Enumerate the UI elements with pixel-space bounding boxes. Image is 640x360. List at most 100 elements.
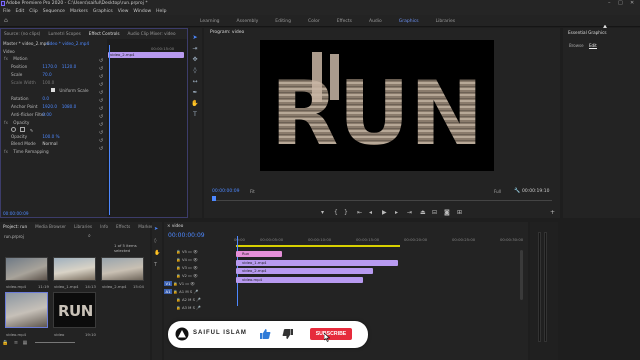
reset-icon[interactable]: ↺ <box>99 105 105 113</box>
program-current-time[interactable]: 00:00:00:09 <box>212 189 239 194</box>
anti-flicker-row[interactable]: Anti-flicker Filter 0.00 <box>11 112 52 119</box>
menu-graphics[interactable]: Graphics <box>93 9 113 14</box>
reset-icon[interactable]: ↺ <box>99 121 105 129</box>
tab-libraries[interactable]: Libraries <box>74 224 92 229</box>
icon-view-icon[interactable]: ▦ <box>23 340 28 346</box>
type-small-icon[interactable]: T <box>154 262 157 268</box>
list-view-icon[interactable]: ≡ <box>14 340 18 346</box>
zoom-slider[interactable] <box>34 342 75 343</box>
step-forward-icon[interactable]: ▸ <box>395 210 398 216</box>
home-icon[interactable]: ⌂ <box>4 17 8 24</box>
anchor-point-row[interactable]: Anchor Point 1920.0 1080.0 <box>11 104 76 111</box>
tab-edit[interactable]: Edit <box>589 43 597 49</box>
opacity-value[interactable]: 100.0 % <box>42 134 59 139</box>
go-to-in-icon[interactable]: ⇤ <box>357 210 362 216</box>
step-back-icon[interactable]: ◂ <box>369 210 372 216</box>
lift-icon[interactable]: ⏏ <box>420 210 426 216</box>
timeline-clip-video-1[interactable]: video_1.mp4 <box>236 260 398 266</box>
razor-tool-icon[interactable]: ◊ <box>191 67 199 75</box>
timeline-timecode[interactable]: 00:00:00:09 <box>168 232 205 239</box>
workspace-assembly[interactable]: Assembly <box>237 19 259 24</box>
track-header-a2[interactable]: 🔒 A2 M S 🎤 <box>176 297 201 302</box>
menu-file[interactable]: File <box>3 9 11 14</box>
scale-width-row[interactable]: Scale Width 100.0 <box>11 80 54 87</box>
type-tool-icon[interactable]: T <box>191 111 199 119</box>
hand-small-icon[interactable]: ✋ <box>154 250 160 256</box>
program-scrub-bar[interactable] <box>212 196 552 201</box>
tab-source[interactable]: Source: (no clips) <box>4 31 40 36</box>
program-video-frame[interactable]: RUN <box>260 40 494 171</box>
work-area-bar[interactable] <box>236 245 400 247</box>
button-editor-icon[interactable]: ⊞ <box>457 210 462 216</box>
ripple-edit-tool-icon[interactable]: ✥ <box>191 56 199 64</box>
timeline-clip-video[interactable]: video.mp4 <box>236 277 363 283</box>
hand-tool-icon[interactable]: ✋ <box>191 100 199 108</box>
blend-mode-row[interactable]: Blend Mode Normal <box>11 141 58 148</box>
clip-thumbnail[interactable] <box>53 257 96 281</box>
marker-icon[interactable]: ▾ <box>321 210 324 216</box>
anchor-y-value[interactable]: 1080.0 <box>62 104 77 109</box>
resolution-dropdown[interactable]: Full <box>494 189 501 194</box>
reset-icon[interactable]: ↺ <box>99 145 105 153</box>
extract-icon[interactable]: ⊟ <box>432 210 437 216</box>
workspace-learning[interactable]: Learning <box>200 19 220 24</box>
time-remapping-row[interactable]: fx Time Remapping <box>4 149 49 156</box>
menu-markers[interactable]: Markers <box>70 9 88 14</box>
reset-icon[interactable]: ↺ <box>99 65 105 73</box>
selection-tool-small-icon[interactable]: ➤ <box>154 226 158 232</box>
menu-sequence[interactable]: Sequence <box>43 9 65 14</box>
ellipse-mask-icon[interactable] <box>11 127 16 132</box>
anti-flicker-value[interactable]: 0.00 <box>42 112 51 117</box>
tab-effects[interactable]: Effects <box>116 224 130 229</box>
reset-icon[interactable]: ↺ <box>99 113 105 121</box>
reset-icon[interactable]: ↺ <box>99 89 105 97</box>
reset-icon[interactable]: ↺ <box>99 73 105 81</box>
selection-tool-icon[interactable]: ➤ <box>191 34 199 42</box>
razor-small-icon[interactable]: ◊ <box>154 238 156 244</box>
sequence-thumbnail[interactable]: RUN <box>53 292 96 328</box>
timeline-ruler[interactable]: 00:00 00:00:05:00 00:00:10:00 00:00:15:0… <box>234 237 526 245</box>
reset-icon[interactable]: ↺ <box>99 81 105 89</box>
fx-opacity-row[interactable]: fx Opacity <box>4 120 29 127</box>
minimize-button[interactable]: – <box>608 0 611 6</box>
fx-motion-row[interactable]: fx Motion <box>4 56 28 63</box>
subscribe-button[interactable]: SUBSCRIBE <box>310 328 352 340</box>
track-header-v5[interactable]: 🔒 V5 ▭ 👁 <box>176 249 198 254</box>
effect-controls-timeline[interactable]: 00:00:15:00 video_2.mp4 <box>107 39 187 217</box>
scale-row[interactable]: Scale 70.0 <box>11 72 52 79</box>
ec-current-time[interactable]: 00:00:00:09 <box>3 211 29 216</box>
track-select-tool-icon[interactable]: ⇥ <box>191 45 199 53</box>
tab-effect-controls[interactable]: Effect Controls <box>89 31 120 36</box>
wrench-icon[interactable]: 🔧 <box>514 188 520 194</box>
position-x-value[interactable]: 1170.0 <box>42 64 60 69</box>
tab-browse[interactable]: Browse <box>569 43 584 48</box>
rotation-value[interactable]: 0.0 <box>42 96 49 101</box>
play-icon[interactable]: ▶ <box>382 210 387 216</box>
add-button-icon[interactable]: + <box>550 210 555 216</box>
ec-playhead[interactable] <box>109 45 110 215</box>
fit-dropdown[interactable]: Fit <box>250 189 255 194</box>
pen-tool-icon[interactable]: ✒ <box>191 89 199 97</box>
timeline-vertical-scrollbar[interactable] <box>520 250 523 300</box>
tab-project[interactable]: Project: run <box>3 224 27 229</box>
track-header-a3[interactable]: 🔒 A3 M S 🎤 <box>176 305 201 310</box>
mark-out-icon[interactable]: } <box>344 210 348 216</box>
uniform-scale-checkbox[interactable] <box>51 88 55 92</box>
project-search-icon[interactable]: ⌕ <box>88 233 91 239</box>
close-button[interactable]: ✕ <box>630 0 634 6</box>
reset-icon[interactable]: ↺ <box>99 97 105 105</box>
scale-value[interactable]: 70.0 <box>42 72 51 77</box>
go-to-out-icon[interactable]: ⇥ <box>407 210 412 216</box>
reset-icon[interactable]: ↺ <box>99 129 105 137</box>
maximize-button[interactable]: □ <box>618 0 623 6</box>
menu-help[interactable]: Help <box>156 9 166 14</box>
menu-window[interactable]: Window <box>133 9 151 14</box>
workspace-color[interactable]: Color <box>308 19 320 24</box>
tab-info[interactable]: Info <box>100 224 108 229</box>
timeline-tab[interactable]: × video <box>167 223 183 228</box>
mark-in-icon[interactable]: { <box>334 210 338 216</box>
workspace-editing[interactable]: Editing <box>275 19 291 24</box>
menu-view[interactable]: View <box>118 9 129 14</box>
clip-thumbnail[interactable] <box>101 257 144 281</box>
track-header-v3[interactable]: 🔒 V3 ▭ 👁 <box>176 265 198 270</box>
